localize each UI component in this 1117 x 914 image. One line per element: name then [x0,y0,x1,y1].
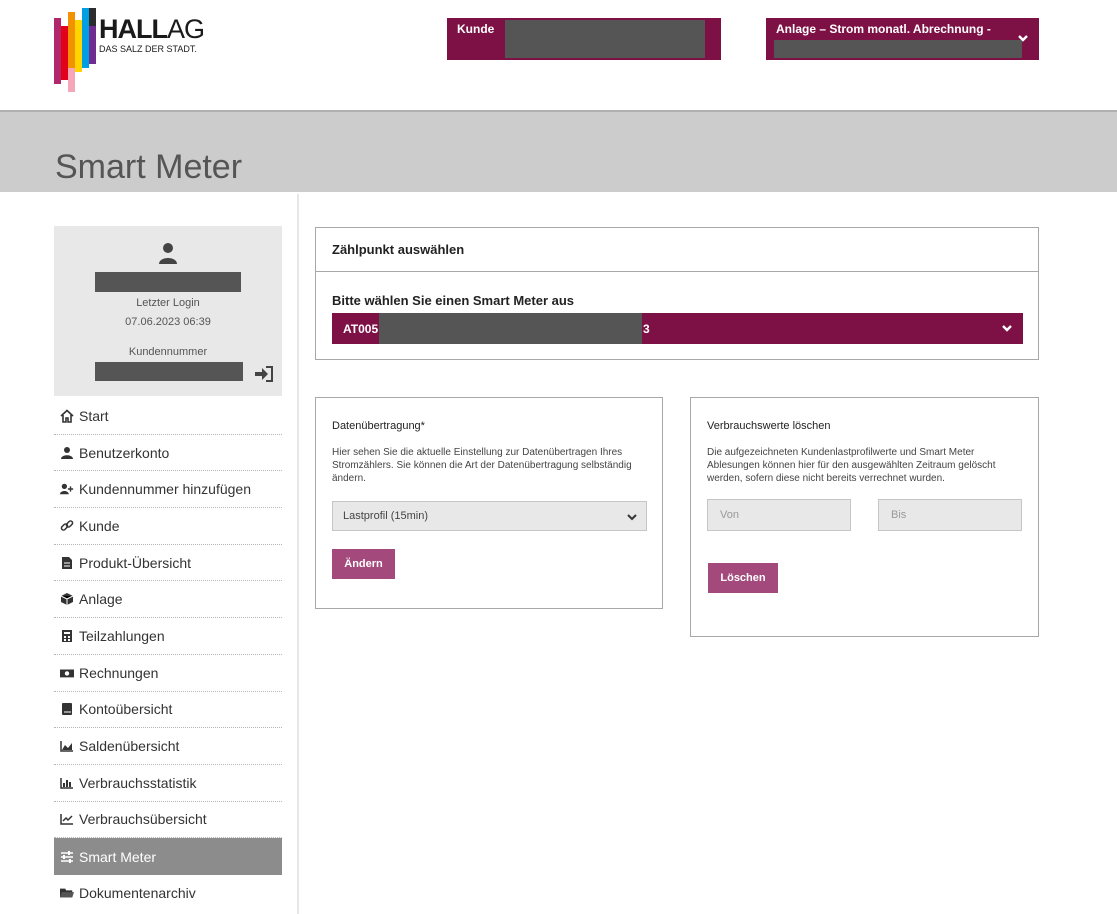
sidebar-item-label: Kunde [79,517,120,534]
redacted-meter-id [379,313,642,344]
sidebar-item-label: Saldenübersicht [79,738,180,755]
sidebar-item-label: Dokumentenarchiv [79,885,196,902]
logo-hall-text: HALL [99,14,168,44]
sidebar-item-dokumentenarchiv[interactable]: Dokumentenarchiv [54,875,282,912]
header: HALLAG DAS SALZ DER STADT. Kunde Anlage … [0,0,1117,110]
page-title: Smart Meter [55,148,243,186]
sidebar-item-start[interactable]: Start [54,398,282,435]
redacted-customer-number [95,362,243,381]
sidebar-item-anlage[interactable]: Anlage [54,581,282,619]
change-button[interactable]: Ändern [332,549,395,579]
sidebar-item-saldenuebersicht[interactable]: Saldenübersicht [54,728,282,765]
installation-selector-label: Anlage – Strom monatl. Abrechnung - [776,22,991,36]
data-transfer-mode-value: Lastprofil (15min) [343,510,428,522]
meter-point-heading: Zählpunkt auswählen [316,228,1038,272]
sidebar-item-rechnungen[interactable]: Rechnungen [54,655,282,692]
smart-meter-select[interactable]: AT005 3 [332,313,1023,344]
redacted-customer-name [505,20,705,58]
data-transfer-title: Datenübertragung* [332,420,425,432]
logo-tagline: DAS SALZ DER STADT. [99,44,197,54]
installation-selector[interactable]: Anlage – Strom monatl. Abrechnung - [766,18,1039,60]
document-icon [60,556,74,570]
sidebar-item-label: Benutzerkonto [79,444,170,461]
meter-select-prefix: AT005 [343,322,379,336]
meter-select-suffix: 3 [643,322,650,336]
delete-consumption-title: Verbrauchswerte löschen [707,420,831,432]
sidebar-item-label: Verbrauchsstatistik [79,774,197,791]
sliders-icon [60,850,74,864]
data-transfer-panel: Datenübertragung* Hier sehen Sie die akt… [315,397,663,609]
page-title-band: Smart Meter [0,110,1117,192]
user-card: Letzter Login 07.06.2023 06:39 Kundennum… [54,226,282,396]
calculator-icon [60,629,74,643]
sidebar-item-label: Smart Meter [79,848,157,865]
date-to-placeholder: Bis [891,509,907,521]
area-chart-icon [60,739,74,753]
data-transfer-mode-select[interactable]: Lastprofil (15min) [332,501,647,531]
sidebar-item-verbrauchsuebersicht[interactable]: Verbrauchsübersicht [54,802,282,839]
user-avatar-icon [159,243,177,264]
content-divider [297,194,299,914]
book-icon [60,702,74,716]
money-icon [60,666,74,680]
bar-chart-icon [60,776,74,790]
switch-account-icon[interactable] [254,366,274,382]
line-chart-icon [60,812,74,826]
chevron-down-icon [1018,35,1028,42]
folder-icon [60,886,74,900]
date-from-input[interactable]: Von [707,499,851,531]
cube-icon [60,592,74,606]
link-icon [60,519,74,533]
sidebar-item-label: Kundennummer hinzufügen [79,481,252,498]
sidebar-item-label: Produkt-Übersicht [79,554,192,571]
meter-point-panel: Zählpunkt auswählen Bitte wählen Sie ein… [315,227,1039,360]
sidebar-item-smart-meter[interactable]: Smart Meter [54,838,282,875]
sidebar-item-produkt-uebersicht[interactable]: Produkt-Übersicht [54,545,282,582]
user-plus-icon [60,482,74,496]
date-from-placeholder: Von [720,509,739,521]
sidebar-item-verbrauchsstatistik[interactable]: Verbrauchsstatistik [54,765,282,802]
sidebar-item-label: Rechnungen [79,664,159,681]
meter-select-label: Bitte wählen Sie einen Smart Meter aus [332,293,575,308]
delete-button[interactable]: Löschen [708,563,778,593]
sidebar-item-label: Teilzahlungen [79,627,165,644]
chevron-down-icon [1002,325,1012,332]
customer-selector-label: Kunde [457,22,495,36]
last-login-label: Letzter Login [136,297,200,309]
sidebar-item-kontouebersicht[interactable]: Kontoübersicht [54,692,282,729]
hall-ag-logo[interactable]: HALLAG DAS SALZ DER STADT. [52,8,212,96]
delete-consumption-description: Die aufgezeichneten Kundenlastprofilwert… [707,447,996,484]
sidebar-item-benutzerkonto[interactable]: Benutzerkonto [54,435,282,472]
delete-consumption-panel: Verbrauchswerte löschen Die aufgezeichne… [690,397,1039,637]
sidebar-item-label: Anlage [79,591,123,608]
customer-selector[interactable]: Kunde [447,18,721,60]
sidebar-item-kundennummer-hinzufuegen[interactable]: Kundennummer hinzufügen [54,471,282,509]
user-icon [60,446,74,460]
sidebar-nav: Start Benutzerkonto Kundennummer hinzufü… [54,398,282,912]
date-to-input[interactable]: Bis [878,499,1022,531]
sidebar-item-teilzahlungen[interactable]: Teilzahlungen [54,618,282,655]
last-login-value: 07.06.2023 06:39 [125,316,211,328]
chevron-down-icon [627,514,637,521]
sidebar-item-label: Verbrauchsübersicht [79,811,207,828]
redacted-username [95,272,241,292]
logo-ag-text: AG [166,14,205,44]
data-transfer-description: Hier sehen Sie die aktuelle Einstellung … [332,447,632,484]
sidebar-item-label: Start [79,407,109,424]
customer-number-label: Kundennummer [128,346,208,358]
sidebar-item-label: Kontoübersicht [79,701,173,718]
sidebar-item-kunde[interactable]: Kunde [54,508,282,545]
redacted-installation [774,40,1022,58]
home-icon [60,409,74,423]
